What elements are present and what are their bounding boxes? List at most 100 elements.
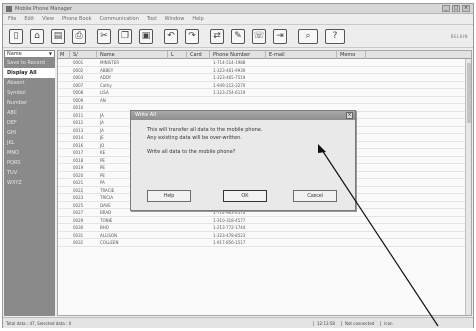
- table-row[interactable]: 0002 ABBEY 1-323-461-9930: [58, 67, 471, 74]
- sidebar-item-wxyz[interactable]: WXYZ: [4, 178, 55, 188]
- cell-serial: 0027: [73, 210, 84, 215]
- print-icon[interactable]: ⎙: [72, 28, 86, 44]
- cell-email: [267, 89, 337, 96]
- table-row[interactable]: 0008 LISA 1-323-254-6119: [58, 89, 471, 97]
- sidebar-item-abc[interactable]: ABC: [4, 108, 55, 118]
- sidebar-item-symbol[interactable]: Symbol: [4, 88, 55, 98]
- cell-phone: [211, 97, 266, 104]
- cell-card: [188, 74, 210, 81]
- cell-l: [169, 59, 187, 66]
- sidebar-item-save-to-record[interactable]: Save to Record: [4, 58, 55, 68]
- dialog-title: Write All: [135, 112, 156, 118]
- cell-serial: 0001: [73, 60, 84, 65]
- scrollbar-thumb[interactable]: [467, 63, 471, 123]
- find-icon[interactable]: ⌕: [298, 28, 318, 44]
- column-header-m[interactable]: M: [58, 51, 70, 59]
- ok-button[interactable]: OK: [223, 190, 267, 202]
- cell-phone: 1-323-254-6119: [213, 90, 246, 95]
- cell-serial: 0022: [73, 187, 84, 193]
- help-icon[interactable]: ?: [325, 28, 345, 44]
- cell-email: [267, 239, 337, 246]
- table-row[interactable]: 0007 Cathy 1-949-212-3270: [58, 82, 471, 89]
- paste-icon[interactable]: ▣: [139, 28, 153, 44]
- sidebar-item-jkl[interactable]: JKL: [4, 138, 55, 148]
- cell-m: [58, 82, 70, 89]
- vertical-scrollbar[interactable]: [465, 59, 471, 315]
- table-row[interactable]: 0001 MINISTER 1-714-514-1988: [58, 59, 471, 67]
- sync-icon[interactable]: ⇄: [210, 28, 224, 44]
- table-row[interactable]: 0030 BHO 1-213-772-1744: [58, 224, 471, 232]
- status-count: Total data : 47, Selected data : 0: [6, 321, 72, 326]
- table-row[interactable]: 0029 TONIE 1-310-318-4577: [58, 217, 471, 224]
- menu-communication[interactable]: Communication: [99, 16, 138, 22]
- cell-memo: [338, 239, 366, 246]
- column-header-email[interactable]: E-mail: [267, 51, 337, 59]
- cell-m: [58, 179, 70, 186]
- cell-memo: [338, 89, 366, 96]
- phone-icon[interactable]: ☏: [252, 28, 266, 44]
- save-icon[interactable]: ▤: [51, 28, 65, 44]
- sidebar-item-pqrs[interactable]: PQRS: [4, 158, 55, 168]
- window-title: Mobile Phone Manager: [15, 6, 72, 12]
- cell-serial: 0003: [73, 75, 84, 80]
- column-header-serial[interactable]: S/: [71, 51, 97, 59]
- menu-tool[interactable]: Tool: [147, 16, 157, 22]
- sidebar-item-absent[interactable]: Absent: [4, 78, 55, 88]
- menu-help[interactable]: Help: [192, 16, 203, 22]
- cell-serial: 0031: [73, 232, 84, 238]
- cell-serial: 0020: [73, 172, 84, 178]
- cut-icon[interactable]: ✂: [97, 28, 111, 44]
- menu-view[interactable]: View: [42, 16, 54, 22]
- column-header-memo[interactable]: Memo: [338, 51, 366, 59]
- cell-m: [58, 127, 70, 134]
- cell-m: [58, 149, 70, 156]
- table-row[interactable]: 0032 COLLEEN 1-917-856-1517: [58, 239, 471, 247]
- sidebar-item-ghi[interactable]: GHI: [4, 128, 55, 138]
- menu-file[interactable]: File: [8, 16, 16, 22]
- cell-l: [169, 232, 187, 239]
- sidebar-item-mno[interactable]: MNO: [4, 148, 55, 158]
- cell-m: [58, 112, 70, 119]
- cell-phone: 1-714-514-1988: [213, 60, 246, 65]
- menu-edit[interactable]: Edit: [24, 16, 34, 22]
- table-row[interactable]: 0009 AN: [58, 97, 471, 104]
- cell-m: [58, 194, 70, 201]
- sidebar-item-tuv[interactable]: TUV: [4, 168, 55, 178]
- minimize-button[interactable]: _: [442, 5, 450, 12]
- cancel-button[interactable]: Cancel: [293, 190, 337, 202]
- sidebar-item-display-all[interactable]: Display All: [4, 68, 55, 78]
- copy-icon[interactable]: ❐: [118, 28, 132, 44]
- sidebar-item-def[interactable]: DEF: [4, 118, 55, 128]
- sidebar-sort-select[interactable]: Name ▼: [4, 50, 55, 58]
- close-window-button[interactable]: ×: [462, 5, 470, 12]
- cell-card: [188, 217, 210, 224]
- table-row[interactable]: 0031 ALLISON 1-323-478-8523: [58, 232, 471, 239]
- cell-serial: 0002: [73, 67, 84, 73]
- cell-memo: [338, 217, 366, 224]
- maximize-button[interactable]: □: [452, 5, 460, 12]
- cell-name: BHO: [100, 225, 109, 230]
- help-button[interactable]: Help: [147, 190, 191, 202]
- cell-serial: 0029: [73, 217, 84, 223]
- column-header-name[interactable]: Name: [98, 51, 168, 59]
- app-icon: [6, 6, 12, 12]
- menu-phone-book[interactable]: Phone Book: [62, 16, 92, 22]
- cell-name: Cathy: [100, 82, 112, 88]
- cell-name: AN: [100, 97, 106, 103]
- cell-phone: 1-310-318-4577: [213, 217, 246, 223]
- cell-memo: [338, 67, 366, 74]
- edit-icon[interactable]: ✎: [231, 28, 245, 44]
- new-icon[interactable]: ▯: [9, 28, 23, 44]
- sidebar-item-number[interactable]: Number: [4, 98, 55, 108]
- transfer-icon[interactable]: ⇥: [273, 28, 287, 44]
- column-header-phone[interactable]: Phone Number: [211, 51, 266, 59]
- undo-icon[interactable]: ↶: [164, 28, 178, 44]
- column-header-card[interactable]: Card: [188, 51, 210, 59]
- close-icon[interactable]: ×: [346, 112, 353, 119]
- table-row[interactable]: 0003 ADDY 1-323-465-7519: [58, 74, 471, 82]
- menu-window[interactable]: Window: [165, 16, 185, 22]
- open-icon[interactable]: ⌂: [30, 28, 44, 44]
- column-header-l[interactable]: L: [169, 51, 187, 59]
- redo-icon[interactable]: ↷: [185, 28, 199, 44]
- dialog-message-line2: Any existing data will be over-written.: [147, 135, 242, 141]
